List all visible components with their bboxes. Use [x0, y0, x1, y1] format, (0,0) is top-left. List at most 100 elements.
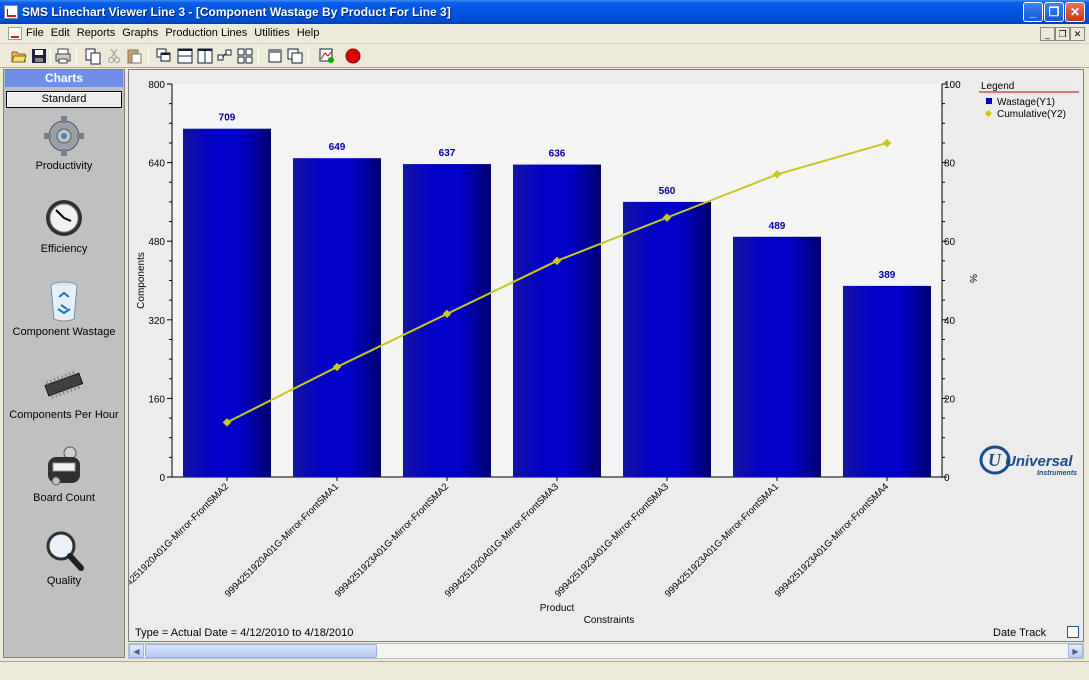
y1-tick-label: 640: [148, 159, 165, 170]
arrange-icons-icon[interactable]: [216, 47, 234, 65]
scrollbar-thumb[interactable]: [145, 644, 377, 658]
bar: [403, 164, 491, 477]
charts-header: Charts: [5, 70, 123, 87]
y1-tick-label: 320: [148, 316, 165, 327]
menu-utilities[interactable]: Utilities: [254, 27, 289, 39]
close-button[interactable]: ✕: [1065, 2, 1085, 22]
x-tick-label: 9994251923A01G-Mirror-FrontSMA1: [663, 481, 781, 599]
logo-text: Universal: [1005, 453, 1073, 470]
save-icon[interactable]: [30, 47, 48, 65]
sidebar-item-productivity[interactable]: Productivity: [4, 110, 124, 190]
bar-value-label: 709: [219, 113, 236, 124]
standard-button[interactable]: Standard: [6, 91, 122, 108]
bar: [733, 236, 821, 477]
toolbar: [0, 44, 1089, 68]
x-tick-label: 9994251923A01G-Mirror-FrontSMA3: [553, 481, 671, 599]
bar-value-label: 389: [879, 270, 896, 281]
child-restore-button[interactable]: ❐: [1055, 27, 1070, 41]
print-icon[interactable]: [54, 47, 72, 65]
y2-tick-label: 20: [944, 394, 956, 405]
universal-instruments-logo: U Universal Instruments: [979, 445, 1077, 477]
child-close-button[interactable]: ✕: [1070, 27, 1085, 41]
y2-tick-label: 40: [944, 316, 956, 327]
menu-edit[interactable]: Edit: [51, 27, 70, 39]
tile-vertical-icon[interactable]: [196, 47, 214, 65]
paste-icon[interactable]: [125, 47, 143, 65]
tile-horizontal-icon[interactable]: [176, 47, 194, 65]
open-folder-icon[interactable]: [10, 47, 28, 65]
x-tick-label: 9994251920A01G-Mirror-FrontSMA1: [223, 481, 341, 599]
legend-entry: Cumulative(Y2): [997, 109, 1066, 120]
y1-tick-label: 0: [159, 473, 165, 484]
minimize-button[interactable]: _: [1023, 2, 1043, 22]
bar-value-label: 560: [659, 186, 676, 197]
bar-value-label: 489: [769, 221, 786, 232]
menu-reports[interactable]: Reports: [77, 27, 116, 39]
grid-view-icon[interactable]: [236, 47, 254, 65]
cascade-icon[interactable]: [155, 47, 173, 65]
record-stop-icon[interactable]: [344, 47, 362, 65]
svg-text:U: U: [988, 450, 1002, 470]
menu-file[interactable]: File: [26, 27, 44, 39]
sidebar-item-label: Efficiency: [40, 243, 88, 255]
y2-tick-label: 100: [944, 80, 961, 91]
chart-panel: 0 160 320 480 640 800 Components 0 20 40 60 80 100% 7…: [128, 69, 1084, 642]
y2-tick-label: 60: [944, 237, 956, 248]
app-chart-icon: [4, 5, 18, 19]
bar-value-label: 649: [329, 142, 346, 153]
chart-refresh-icon[interactable]: [318, 47, 336, 65]
restore-window-icon[interactable]: [286, 47, 304, 65]
menu-production-lines[interactable]: Production Lines: [165, 27, 247, 39]
bar: [623, 201, 711, 477]
document-chart-icon[interactable]: [8, 27, 22, 40]
x-tick-label: 9994251920A01G-Mirror-FrontSMA2: [129, 481, 231, 599]
legend-swatch-wastage: [986, 98, 992, 104]
horizontal-scrollbar[interactable]: ◀ ▶: [128, 643, 1084, 659]
gear-icon: [44, 116, 84, 156]
sidebar-item-efficiency[interactable]: Efficiency: [4, 193, 124, 273]
scroll-left-arrow-icon[interactable]: ◀: [129, 644, 144, 658]
x-tick-label: 9994251923A01G-Mirror-FrontSMA2: [333, 481, 451, 599]
y2-axis-label: %: [967, 274, 978, 283]
window-title: SMS Linechart Viewer Line 3 - [Component…: [22, 5, 451, 19]
sidebar-item-label: Component Wastage: [12, 326, 116, 338]
x-axis-secondary-label: Constraints: [584, 615, 635, 626]
clock-icon: [46, 200, 82, 236]
y2-tick-label: 0: [944, 473, 950, 484]
sidebar-item-label: Productivity: [35, 160, 93, 172]
child-minimize-button[interactable]: _: [1040, 27, 1055, 41]
menu-graphs[interactable]: Graphs: [122, 27, 158, 39]
sidebar-item-label: Board Count: [33, 492, 95, 504]
window-icon[interactable]: [266, 47, 284, 65]
logo-subtext: Instruments: [1037, 470, 1077, 477]
sidebar-item-components-per-hour[interactable]: Components Per Hour: [4, 359, 124, 439]
scroll-right-arrow-icon[interactable]: ▶: [1068, 644, 1083, 658]
menu-bar: File Edit Reports Graphs Production Line…: [0, 24, 1089, 44]
pareto-chart: 0 160 320 480 640 800 Components 0 20 40 60 80 100% 7…: [129, 80, 1079, 626]
sidebar-item-quality[interactable]: Quality: [4, 525, 124, 605]
type-date-label: Type = Actual Date = 4/12/2010 to 4/18/2…: [135, 627, 354, 639]
y1-axis-label: Components: [136, 252, 147, 309]
bar-value-label: 636: [549, 149, 566, 160]
x-tick-label: 9994251923A01G-Mirror-FrontSMA4: [773, 481, 891, 599]
y2-tick-label: 80: [944, 159, 956, 170]
recycle-bin-icon: [50, 281, 78, 322]
title-bar: SMS Linechart Viewer Line 3 - [Component…: [0, 0, 1089, 24]
x-axis-label: Product: [540, 603, 575, 614]
cut-icon[interactable]: [105, 47, 123, 65]
sidebar-item-board-count[interactable]: Board Count: [4, 442, 124, 522]
bar: [513, 164, 601, 477]
bar: [843, 285, 931, 477]
legend-title: Legend: [981, 81, 1014, 92]
menu-help[interactable]: Help: [297, 27, 320, 39]
sidebar-item-component-wastage[interactable]: Component Wastage: [4, 276, 124, 356]
y1-tick-label: 800: [148, 80, 165, 91]
charts-panel: Charts Standard Productivity Efficiency …: [3, 69, 125, 658]
y1-tick-label: 480: [148, 237, 165, 248]
counter-icon: [48, 446, 80, 486]
x-tick-label: 9994251920A01G-Mirror-FrontSMA3: [443, 481, 561, 599]
copy-icon[interactable]: [84, 47, 102, 65]
date-track-checkbox[interactable]: [1067, 626, 1079, 638]
status-bar: [0, 661, 1089, 680]
maximize-button[interactable]: ❐: [1044, 2, 1064, 22]
